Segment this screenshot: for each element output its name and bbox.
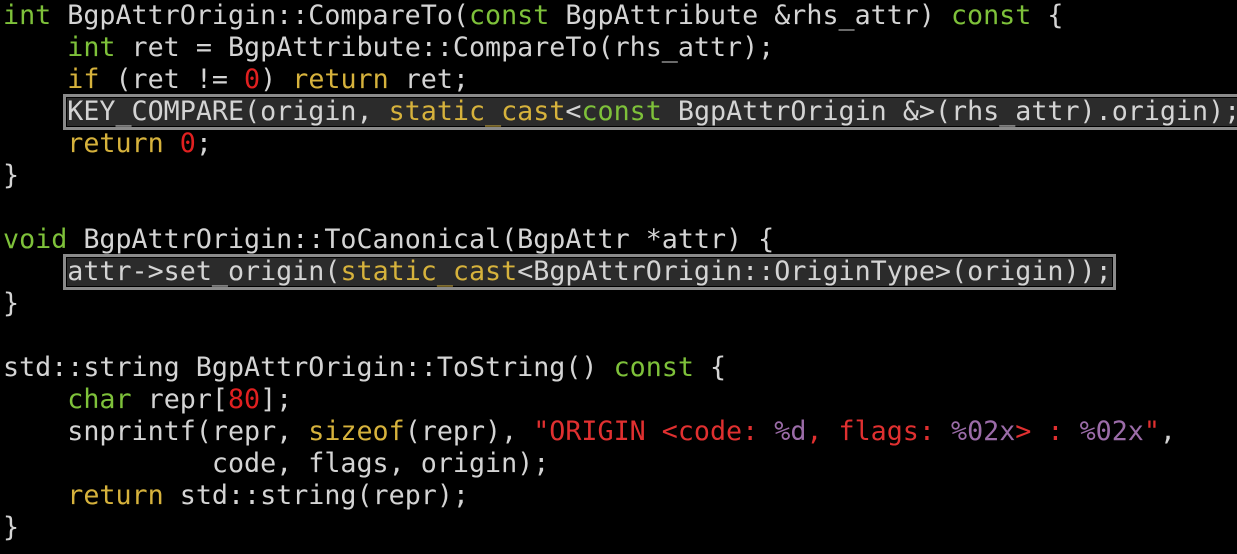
code-token: , flags: — [806, 416, 951, 447]
code-line: int BgpAttrOrigin::CompareTo(const BgpAt… — [3, 0, 1237, 32]
code-line: if (ret != 0) return ret; — [3, 64, 1237, 96]
code-token: <BgpAttrOrigin::OriginType>(origin)); — [517, 256, 1112, 287]
code-token: %02x — [1079, 416, 1144, 447]
code-token: ret; — [388, 64, 469, 95]
code-token: " — [1143, 416, 1160, 447]
code-token: > : — [1015, 416, 1080, 447]
code-token: if — [67, 64, 100, 95]
code-token: return — [67, 128, 164, 159]
code-line: code, flags, origin); — [3, 448, 1237, 480]
code-token: { — [1031, 0, 1064, 31]
code-token: 0 — [244, 64, 261, 95]
code-token: %02x — [951, 416, 1016, 447]
code-token: , — [1159, 416, 1176, 447]
code-line: } — [3, 288, 1237, 320]
code-line: std::string BgpAttrOrigin::ToString() co… — [3, 352, 1237, 384]
code-token: void — [3, 224, 68, 255]
code-line: } — [3, 160, 1237, 192]
code-line: int ret = BgpAttribute::CompareTo(rhs_at… — [3, 32, 1237, 64]
code-token: std::string(repr); — [163, 480, 469, 511]
code-line: char repr[80]; — [3, 384, 1237, 416]
code-token: char — [67, 384, 132, 415]
code-token: attr->set_origin( — [67, 256, 341, 287]
code-token: ; — [195, 128, 212, 159]
code-token: BgpAttribute &rhs_attr) — [549, 0, 951, 31]
code-token: ret = BgpAttribute::CompareTo(rhs_attr); — [115, 32, 775, 63]
code-token: static_cast — [388, 96, 566, 127]
code-token: ) — [260, 64, 293, 95]
code-token: repr[ — [131, 384, 228, 415]
code-token: %d — [774, 416, 807, 447]
code-line: attr->set_origin(static_cast<BgpAttrOrig… — [3, 254, 1237, 290]
code-token: { — [693, 352, 727, 383]
code-token: } — [3, 288, 20, 319]
code-token: (ret != — [99, 64, 245, 95]
code-token: snprintf(repr, — [3, 416, 309, 447]
code-token: } — [3, 512, 20, 543]
code-token: 80 — [227, 384, 261, 415]
code-token: < — [565, 96, 582, 127]
code-token: int — [67, 32, 116, 63]
code-token: const — [613, 352, 694, 383]
code-token: int — [3, 0, 52, 31]
code-token: return — [67, 480, 164, 511]
code-token: static_cast — [340, 256, 518, 287]
code-token: code, flags, origin); — [3, 448, 550, 479]
code-line: KEY_COMPARE(origin, static_cast<const Bg… — [3, 94, 1237, 130]
highlighted-selection: attr->set_origin(static_cast<BgpAttrOrig… — [63, 254, 1116, 290]
code-token: KEY_COMPARE(origin, — [67, 96, 389, 127]
code-line: return 0; — [3, 128, 1237, 160]
code-editor[interactable]: int BgpAttrOrigin::CompareTo(const BgpAt… — [0, 0, 1237, 554]
code-view: int BgpAttrOrigin::CompareTo(const BgpAt… — [3, 0, 1237, 544]
code-token: 0 — [179, 128, 196, 159]
code-token: BgpAttrOrigin::ToCanonical(BgpAttr *attr… — [67, 224, 775, 255]
highlighted-selection: KEY_COMPARE(origin, static_cast<const Bg… — [63, 94, 1237, 130]
code-line: snprintf(repr, sizeof(repr), "ORIGIN <co… — [3, 416, 1237, 448]
code-token: const — [468, 0, 550, 31]
code-line: return std::string(repr); — [3, 480, 1237, 512]
code-token: "ORIGIN <code: — [533, 416, 775, 447]
code-token: ]; — [260, 384, 293, 415]
code-token: std::string BgpAttrOrigin::ToString() — [3, 352, 614, 383]
code-token: const — [581, 96, 662, 127]
code-token: (repr), — [404, 416, 534, 447]
code-token: sizeof — [308, 416, 405, 447]
code-token: } — [3, 160, 20, 191]
code-line: void BgpAttrOrigin::ToCanonical(BgpAttr … — [3, 224, 1237, 256]
code-token: BgpAttrOrigin::CompareTo( — [51, 0, 469, 31]
code-token: return — [292, 64, 389, 95]
code-token: BgpAttrOrigin &>(rhs_attr).origin); — [661, 96, 1237, 127]
code-line: } — [3, 512, 1237, 544]
code-token: const — [950, 0, 1032, 31]
